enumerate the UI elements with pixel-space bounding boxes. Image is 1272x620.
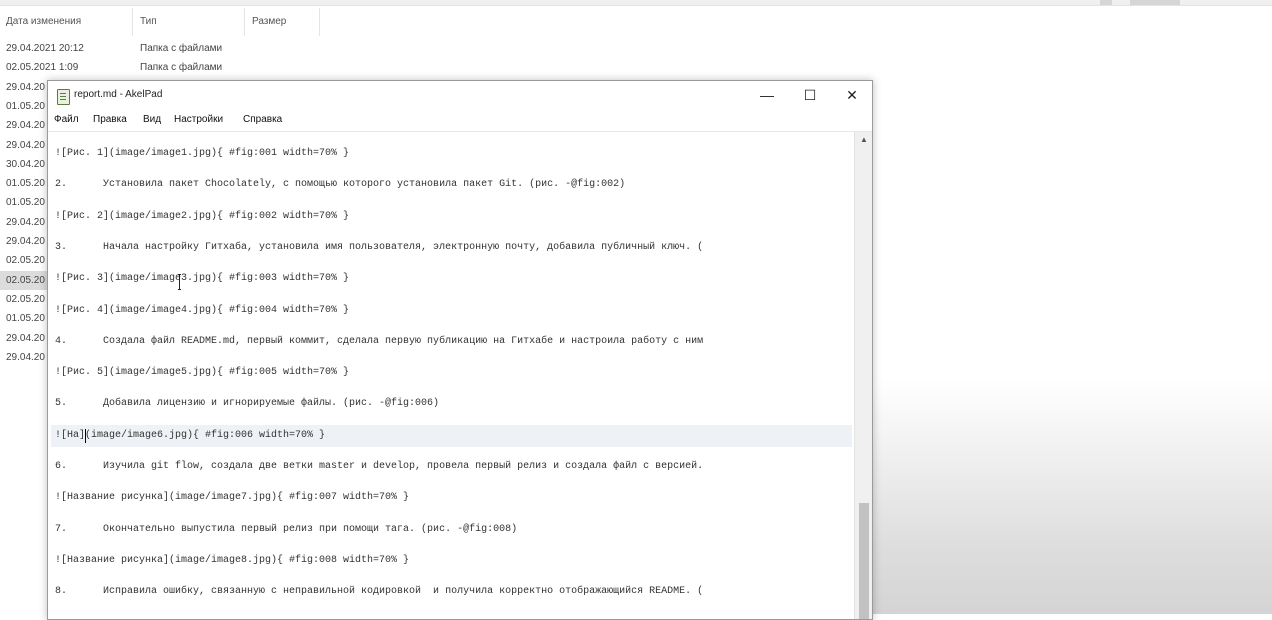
menu-help[interactable]: Справка [243, 114, 282, 125]
menu-edit[interactable]: Правка [93, 114, 127, 125]
toolbar-icon[interactable] [1100, 0, 1112, 5]
editor-line[interactable]: 7. Окончательно выпустила первый релиз п… [55, 519, 853, 541]
editor-line[interactable]: ![Рис. 1](image/image1.jpg){ #fig:001 wi… [55, 143, 853, 165]
row-date: 29.04.20 [6, 120, 45, 132]
row-date: 02.05.2021 1:09 [6, 62, 79, 74]
editor-line[interactable]: 8. Исправила ошибку, связанную с неправи… [55, 581, 853, 603]
row-type: Папка с файлами [140, 62, 223, 74]
row-date: 29.04.20 [6, 236, 45, 247]
row-date: 01.05.20 [6, 100, 45, 112]
notepad-app-icon [57, 89, 70, 105]
editor-line[interactable]: 3. Начала настройку Гитхаба, установила … [55, 237, 853, 259]
menu-view[interactable]: Вид [143, 114, 161, 125]
editor-line[interactable]: 4. Создала файл README.md, первый коммит… [55, 331, 853, 353]
row-date: 02.05.20 [6, 255, 45, 267]
editor-line[interactable]: 5. Добавила лицензию и игнорируемые файл… [55, 393, 853, 415]
editor-line[interactable]: ![Рис. 5](image/image5.jpg){ #fig:005 wi… [55, 362, 853, 384]
akelpad-window: report.md - AkelPad — ☐ ✕ Файл Правка Ви… [47, 80, 873, 620]
row-date: 01.05.20 [6, 197, 45, 209]
row-type: Папка с файлами [140, 43, 223, 54]
row-date: 29.04.20 [6, 216, 45, 228]
explorer-toolbar [0, 0, 1272, 6]
menu-bar: Файл Правка Вид Настройки Справка [48, 111, 872, 132]
window-title: report.md - AkelPad [74, 89, 163, 100]
toolbar-icon[interactable] [1130, 0, 1180, 5]
row-date: 01.05.20 [6, 178, 45, 190]
editor-line[interactable]: ![Рис. 4](image/image4.jpg){ #fig:004 wi… [55, 300, 853, 322]
column-header-date[interactable]: Дата изменения [0, 8, 133, 36]
row-date: 29.04.2021 20:12 [6, 43, 84, 54]
row-date: 02.05.20 [6, 293, 45, 305]
column-header-size[interactable]: Размер [246, 8, 320, 36]
background-shade [872, 380, 1272, 614]
row-date: 29.04.20 [6, 81, 45, 93]
text-editor[interactable]: ![Рис. 1](image/image1.jpg){ #fig:001 wi… [48, 132, 854, 619]
close-button[interactable]: ✕ [830, 81, 872, 111]
scrollbar-thumb[interactable] [859, 503, 869, 619]
maximize-button[interactable]: ☐ [788, 81, 832, 111]
row-date: 29.04.20 [6, 351, 45, 363]
title-bar[interactable]: report.md - AkelPad — ☐ ✕ [48, 81, 872, 111]
minimize-button[interactable]: — [745, 81, 789, 111]
row-date: 02.05.20 [6, 274, 45, 286]
editor-line[interactable]: ![На](image/image6.jpg){ #fig:006 width=… [51, 424, 852, 447]
row-date: 01.05.20 [6, 313, 45, 325]
editor-line[interactable]: ![Рис. 2](image/image2.jpg){ #fig:002 wi… [55, 206, 853, 228]
column-header-type[interactable]: Тип [134, 8, 245, 36]
row-date: 29.04.20 [6, 139, 45, 151]
editor-line[interactable]: 2. Установила пакет Chocolately, с помощ… [55, 174, 853, 196]
editor-line[interactable]: ![Название рисунка](image/image8.jpg){ #… [55, 550, 853, 572]
explorer-row[interactable]: 02.05.20 [0, 270, 48, 290]
menu-file[interactable]: Файл [54, 114, 79, 125]
text-caret [85, 428, 86, 443]
editor-line[interactable]: ![Рис. 3](image/image3.jpg){ #fig:003 wi… [55, 268, 853, 290]
vertical-scrollbar[interactable]: ▲ [854, 132, 872, 619]
editor-line[interactable]: 6. Изучила git flow, создала две ветки m… [55, 456, 853, 478]
scroll-up-arrow-icon[interactable]: ▲ [855, 132, 872, 148]
row-date: 29.04.20 [6, 332, 45, 344]
menu-settings[interactable]: Настройки [174, 114, 223, 125]
editor-line[interactable]: ![Название рисунка](image/image7.jpg){ #… [55, 487, 853, 509]
ibeam-cursor-icon [178, 274, 181, 290]
row-date: 30.04.20 [6, 158, 45, 170]
